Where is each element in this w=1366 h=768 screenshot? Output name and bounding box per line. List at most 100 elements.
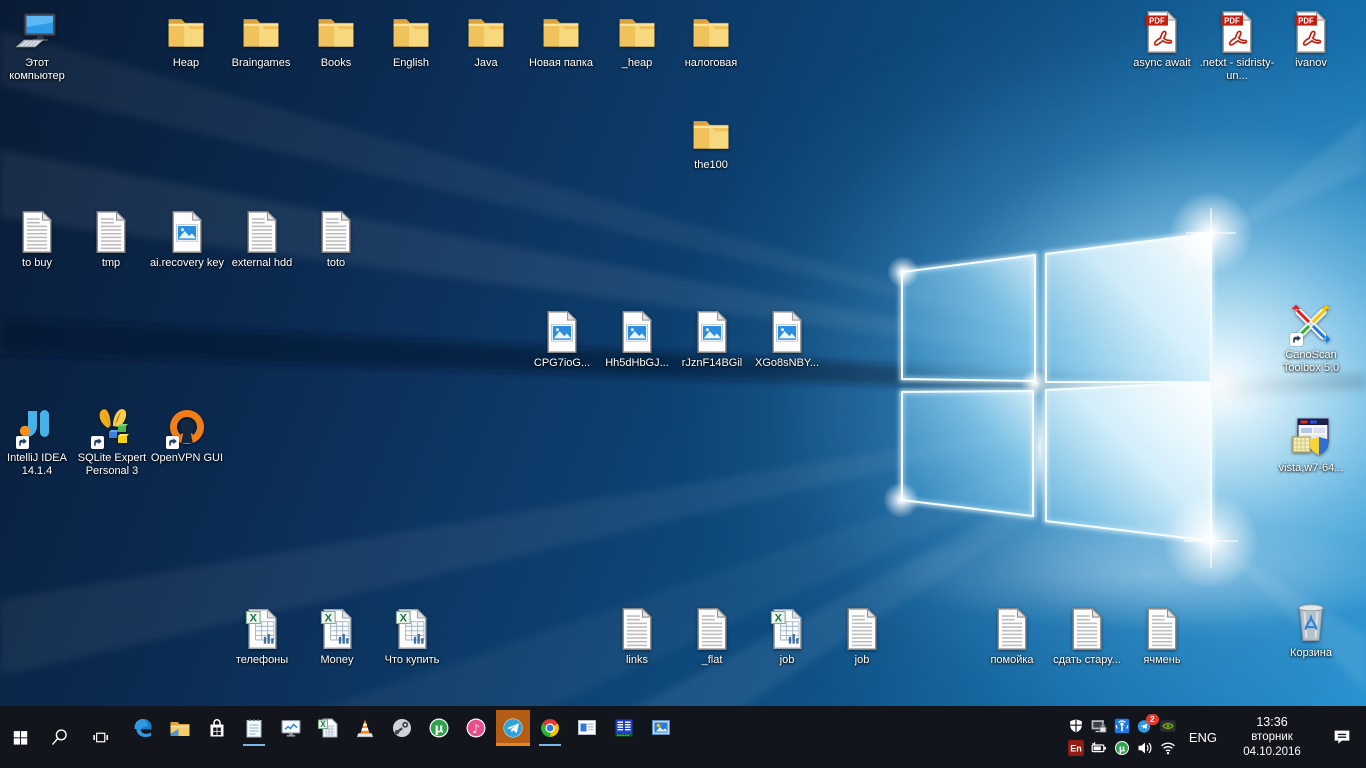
running-indicator xyxy=(539,744,561,746)
running-indicator xyxy=(243,744,265,746)
taskbar-store-button[interactable] xyxy=(200,710,234,746)
tray-display-lock-icon[interactable] xyxy=(1091,718,1107,734)
tray-messenger-notifications-icon[interactable]: 2 xyxy=(1137,718,1153,734)
taskbar-vlc-button[interactable] xyxy=(348,710,382,746)
taskbar-telegram-button[interactable] xyxy=(496,710,530,746)
desktop-icon-label: CanoScan Toolbox 5.0 xyxy=(1272,349,1350,375)
tray-volume-icon[interactable] xyxy=(1137,740,1153,756)
taskbar-file-commander-button[interactable] xyxy=(607,710,641,746)
task-view-button[interactable] xyxy=(80,706,120,768)
taskbar-edge-button[interactable] xyxy=(126,710,160,746)
svg-text:PDF: PDF xyxy=(1224,16,1240,25)
folder-icon xyxy=(312,8,360,54)
chrome-icon xyxy=(538,716,562,740)
desktop-icon-the100[interactable]: the100 xyxy=(666,110,756,172)
svg-text:µ: µ xyxy=(435,722,444,736)
desktop-icon-this-pc[interactable]: Этот компьютер xyxy=(0,8,82,83)
desktop-icon-label: Heap xyxy=(173,57,199,70)
installer-icon xyxy=(1287,413,1335,459)
desktop[interactable]: Этот компьютерHeapBraingamesBooksEnglish… xyxy=(0,0,1366,768)
shortcut-arrow-overlay xyxy=(1290,333,1303,346)
image-icon xyxy=(688,308,736,354)
taskbar-clock[interactable]: 13:36 вторник 04.10.2016 xyxy=(1229,715,1315,760)
desktop-icon-yachmen[interactable]: ячмень xyxy=(1117,605,1207,667)
desktop-icon-nalogovaya[interactable]: налоговая xyxy=(666,8,756,70)
svg-text:X: X xyxy=(320,720,326,729)
intellij-icon xyxy=(13,403,61,449)
image-icon xyxy=(613,308,661,354)
tray-defender-icon[interactable] xyxy=(1068,718,1084,734)
desktop-icon-label: Новая папка xyxy=(529,57,593,70)
taskbar-file-explorer-button[interactable] xyxy=(163,710,197,746)
tray-power-icon[interactable] xyxy=(1091,740,1107,756)
taskbar-itunes-button[interactable]: ♪ xyxy=(459,710,493,746)
folder-icon xyxy=(687,8,735,54)
desktop-icon-job-txt[interactable]: job xyxy=(817,605,907,667)
desktop-icon-xgo8snby[interactable]: XGo8sNBY... xyxy=(742,308,832,370)
tray-wifi-icon[interactable] xyxy=(1160,740,1176,756)
desktop-icon-label: toto xyxy=(327,257,345,270)
taskbar-notepad-button[interactable] xyxy=(237,710,271,746)
svg-text:µ: µ xyxy=(1119,745,1125,755)
desktop-icon-korzina[interactable]: Корзина xyxy=(1266,598,1356,660)
pdf-icon: PDF xyxy=(1213,8,1261,54)
excel-icon: X xyxy=(313,605,361,651)
text-icon xyxy=(988,605,1036,651)
start-icon xyxy=(12,729,29,746)
desktop-icon-label: async await xyxy=(1133,57,1190,70)
task-view-icon xyxy=(92,729,109,746)
taskbar-media-app-button[interactable] xyxy=(644,710,678,746)
desktop-icon-vista-w7-64[interactable]: vista,w7-64... xyxy=(1266,413,1356,475)
shortcut-arrow-overlay xyxy=(166,436,179,449)
desktop-icon-label: ai.recovery key xyxy=(150,257,224,270)
taskbar-chrome-button[interactable] xyxy=(533,710,567,746)
notification-badge: 2 xyxy=(1146,714,1159,725)
desktop-icon-toto[interactable]: toto xyxy=(291,208,381,270)
desktop-icon-canoscan-toolbox[interactable]: CanoScan Toolbox 5.0 xyxy=(1266,300,1356,375)
text-icon xyxy=(87,208,135,254)
action-center-icon xyxy=(1331,726,1353,748)
text-icon xyxy=(312,208,360,254)
desktop-icon-label: Java xyxy=(474,57,497,70)
tray-nvidia-icon[interactable] xyxy=(1160,718,1176,734)
desktop-icon-label: Braingames xyxy=(232,57,291,70)
desktop-icon-label: to buy xyxy=(22,257,52,270)
taskbar-steam-button[interactable] xyxy=(385,710,419,746)
taskbar: Xµ ♪ 2 En µ ENG 13:36 вторник 04.10.2016 xyxy=(0,706,1366,768)
pdf-icon: PDF xyxy=(1138,8,1186,54)
start-button[interactable] xyxy=(0,706,40,768)
desktop-icon-chto-kupit[interactable]: XЧто купить xyxy=(367,605,457,667)
language-indicator[interactable]: ENG xyxy=(1186,730,1220,745)
notepad-icon xyxy=(242,716,266,740)
clock-time: 13:36 xyxy=(1229,715,1315,730)
desktop-icon-label: сдать стару... xyxy=(1053,654,1121,667)
taskbar-excel-button[interactable]: X xyxy=(311,710,345,746)
desktop-icon-label: Корзина xyxy=(1290,647,1332,660)
telegram-icon xyxy=(501,716,525,740)
desktop-icon-label: Hh5dHbGJ... xyxy=(605,357,669,370)
excel-icon: X xyxy=(388,605,436,651)
action-center-button[interactable] xyxy=(1324,706,1360,768)
tray-hotspot-icon[interactable] xyxy=(1114,718,1130,734)
desktop-icon-openvpn-gui[interactable]: OpenVPN GUI xyxy=(142,403,232,465)
image-icon xyxy=(763,308,811,354)
excel-icon: X xyxy=(763,605,811,651)
search-button[interactable] xyxy=(40,706,80,768)
taskbar-news-app-button[interactable] xyxy=(570,710,604,746)
svg-text:X: X xyxy=(775,612,783,624)
taskbar-right: 2 En µ ENG 13:36 вторник 04.10.2016 xyxy=(1067,706,1366,768)
desktop-icon-label: Этот компьютер xyxy=(0,57,76,83)
desktop-icon-label: IntelliJ IDEA 14.1.4 xyxy=(0,452,76,478)
this-pc-icon xyxy=(13,8,61,54)
desktop-icon-ivanov[interactable]: PDFivanov xyxy=(1266,8,1356,70)
tray-utorrent-tray-icon[interactable]: µ xyxy=(1114,740,1130,756)
svg-text:PDF: PDF xyxy=(1149,16,1165,25)
file-commander-icon xyxy=(612,716,636,740)
system-monitor-icon xyxy=(279,716,303,740)
tray-punto-switcher-en-icon[interactable]: En xyxy=(1068,740,1084,756)
taskbar-utorrent-button[interactable]: µ xyxy=(422,710,456,746)
svg-text:X: X xyxy=(325,612,333,624)
taskbar-system-monitor-button[interactable] xyxy=(274,710,308,746)
desktop-icon-label: links xyxy=(626,654,648,667)
desktop-icon-label: rJznF14BGil xyxy=(682,357,743,370)
